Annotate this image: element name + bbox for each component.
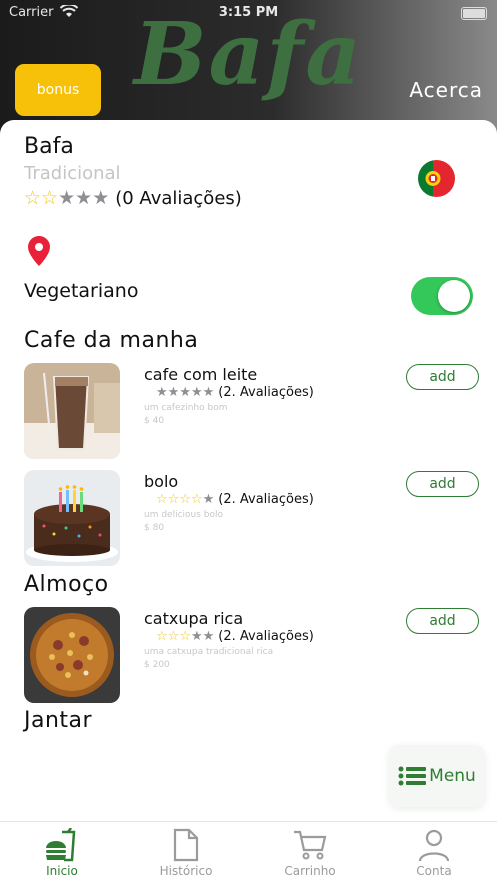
item-reviews: (2. Avaliações) bbox=[218, 492, 314, 507]
tab-label: Carrinho bbox=[284, 864, 336, 878]
restaurant-name: Bafa bbox=[24, 134, 74, 159]
restaurant-rating: ☆☆★★★ (0 Avaliações) bbox=[24, 187, 242, 209]
menu-item: catxupa rica ☆☆☆★★ (2. Avaliações) uma c… bbox=[24, 607, 484, 703]
tab-carrinho[interactable]: Carrinho bbox=[248, 828, 372, 878]
person-icon bbox=[418, 829, 450, 862]
toggle-knob bbox=[438, 280, 470, 312]
item-reviews: (2. Avaliações) bbox=[218, 629, 314, 644]
burger-drink-icon bbox=[46, 828, 76, 862]
tab-label: Histórico bbox=[159, 864, 213, 878]
content-sheet: Bafa Tradicional ☆☆★★★ (0 Avaliações) Ve… bbox=[0, 120, 497, 820]
item-image-catxupa bbox=[24, 607, 120, 703]
item-description: uma catxupa tradicional rica bbox=[144, 647, 274, 657]
list-icon bbox=[398, 766, 427, 786]
item-image-cake bbox=[24, 470, 120, 566]
rating-stars: ☆☆★★★ bbox=[24, 187, 109, 209]
about-link[interactable]: Acerca bbox=[409, 78, 483, 102]
section-title: Almoço bbox=[24, 572, 109, 597]
item-rating: ☆☆☆☆★ (2. Avaliações) bbox=[156, 492, 314, 507]
star-filled-icon: ☆ bbox=[24, 187, 42, 209]
star-empty-icon: ★ bbox=[92, 187, 110, 209]
add-button[interactable]: add bbox=[406, 608, 479, 634]
bonus-button[interactable]: bonus bbox=[15, 64, 101, 116]
vegetarian-label: Vegetariano bbox=[24, 280, 139, 302]
item-name: bolo bbox=[144, 472, 179, 491]
tab-conta[interactable]: Conta bbox=[372, 828, 496, 878]
star-filled-icon: ☆ bbox=[167, 492, 180, 507]
item-description: um cafezinho bom bbox=[144, 403, 228, 413]
menu-button-label: Menu bbox=[429, 766, 476, 786]
star-filled-icon: ☆ bbox=[156, 629, 168, 644]
star-empty-icon: ★ bbox=[202, 385, 215, 400]
portugal-flag-icon[interactable] bbox=[418, 160, 455, 197]
item-description: um delicious bolo bbox=[144, 510, 224, 520]
restaurant-type: Tradicional bbox=[24, 163, 121, 184]
star-empty-icon: ★ bbox=[156, 385, 168, 400]
item-name: cafe com leite bbox=[144, 365, 258, 384]
item-stars: ☆☆☆★★ bbox=[156, 629, 214, 644]
star-empty-icon: ★ bbox=[202, 492, 215, 507]
item-rating: ★★★★★ (2. Avaliações) bbox=[156, 385, 314, 400]
menu-item: bolo ☆☆☆☆★ (2. Avaliações) um delicious … bbox=[24, 470, 484, 566]
tab-historico[interactable]: Histórico bbox=[124, 828, 248, 878]
star-filled-icon: ☆ bbox=[179, 629, 191, 644]
vegetarian-toggle[interactable] bbox=[411, 277, 473, 315]
star-empty-icon: ★ bbox=[202, 629, 215, 644]
star-filled-icon: ☆ bbox=[190, 492, 203, 507]
document-icon bbox=[173, 828, 199, 862]
section-title: Jantar bbox=[24, 708, 93, 733]
star-filled-icon: ☆ bbox=[41, 187, 59, 209]
item-image-coffee bbox=[24, 363, 120, 459]
location-pin-icon[interactable] bbox=[28, 236, 50, 266]
star-filled-icon: ☆ bbox=[167, 629, 180, 644]
star-empty-icon: ★ bbox=[179, 385, 191, 400]
item-name: catxupa rica bbox=[144, 609, 244, 628]
star-empty-icon: ★ bbox=[75, 187, 93, 209]
menu-button[interactable]: Menu bbox=[389, 745, 485, 807]
star-empty-icon: ★ bbox=[190, 385, 203, 400]
tab-label: Conta bbox=[416, 864, 452, 878]
add-button[interactable]: add bbox=[406, 364, 479, 390]
menu-item: cafe com leite ★★★★★ (2. Avaliações) um … bbox=[24, 363, 484, 459]
item-price: $ 80 bbox=[144, 523, 165, 533]
item-stars: ★★★★★ bbox=[156, 385, 214, 400]
header: Carrier 3:15 PM Bafa bonus Acerca bbox=[0, 0, 497, 140]
star-empty-icon: ★ bbox=[190, 629, 203, 644]
star-filled-icon: ☆ bbox=[156, 492, 168, 507]
item-stars: ☆☆☆☆★ bbox=[156, 492, 214, 507]
item-price: $ 40 bbox=[144, 416, 165, 426]
star-filled-icon: ☆ bbox=[179, 492, 191, 507]
item-price: $ 200 bbox=[144, 660, 170, 670]
star-empty-icon: ★ bbox=[58, 187, 76, 209]
star-empty-icon: ★ bbox=[167, 385, 180, 400]
section-title: Cafe da manha bbox=[24, 328, 199, 353]
tab-bar: Inicio Histórico Carrinho Conta bbox=[0, 821, 497, 884]
tab-inicio[interactable]: Inicio bbox=[0, 828, 124, 878]
cart-icon bbox=[294, 830, 327, 860]
add-button[interactable]: add bbox=[406, 471, 479, 497]
item-reviews: (2. Avaliações) bbox=[218, 385, 314, 400]
item-rating: ☆☆☆★★ (2. Avaliações) bbox=[156, 629, 314, 644]
rating-count: (0 Avaliações) bbox=[115, 187, 242, 209]
tab-label: Inicio bbox=[46, 864, 78, 878]
